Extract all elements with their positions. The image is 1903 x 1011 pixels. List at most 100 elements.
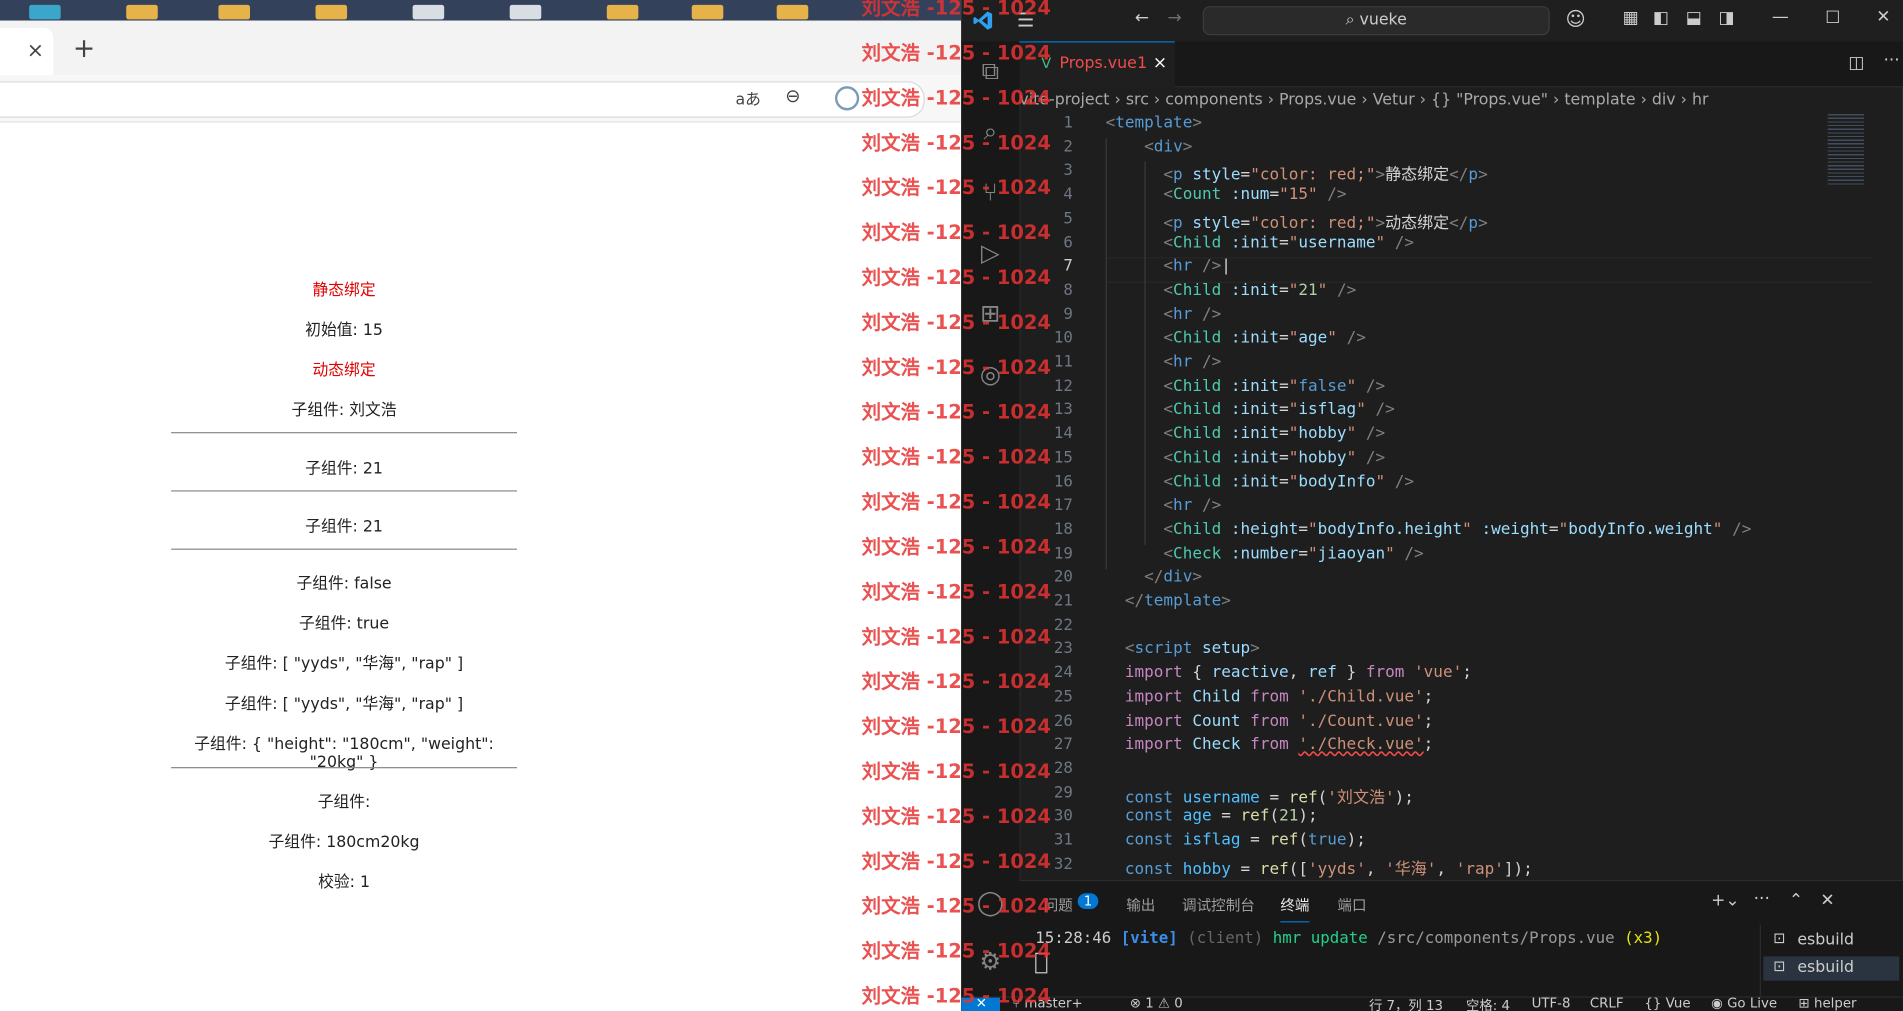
breadcrumb-item[interactable]: src	[1126, 91, 1149, 109]
extensions-icon[interactable]: ⊞	[976, 299, 1005, 328]
output-line: 子组件: [ "yyds", "华海", "rap" ]	[224, 655, 464, 674]
output-line: 初始值: 15	[305, 321, 383, 340]
folder-icon[interactable]	[218, 4, 251, 20]
close-panel-icon[interactable]: ✕	[1820, 891, 1834, 910]
terminal-icon: ⊡	[1773, 957, 1786, 975]
new-tab-icon[interactable]: +	[73, 34, 95, 64]
source-control-icon[interactable]: ⑂	[976, 177, 1005, 206]
back-icon[interactable]: ←	[1135, 8, 1149, 27]
broadcast-icon: ◉	[1711, 995, 1728, 1011]
code-editor[interactable]: 1 2 3 4 5 6 7 8 9 10 11 12 13 14 15 16 17 18 19 20 21 22 23 24 2…	[1019, 114, 1876, 880]
folder-icon[interactable]	[691, 4, 724, 20]
line-number: 15	[1053, 448, 1073, 468]
line-number: 17	[1053, 496, 1073, 515]
command-center-search[interactable]: ⌕ vueke	[1202, 6, 1550, 36]
code-line: <Child :init="hobby" />	[1163, 448, 1386, 468]
helper-status[interactable]: ⊞ helper	[1799, 995, 1857, 1011]
search-icon[interactable]: ⌕	[976, 117, 1005, 146]
settings-gear-icon[interactable]: ⚙	[976, 947, 1005, 976]
line-number: 7	[1063, 257, 1073, 276]
maximize-icon[interactable]: ☐	[1825, 8, 1840, 27]
tab-close-icon[interactable]: ×	[1153, 53, 1167, 72]
branch-status[interactable]: ⑂ master+	[1012, 995, 1083, 1011]
line-number: 2	[1063, 137, 1073, 157]
file-icon[interactable]	[509, 4, 542, 20]
split-editor-icon[interactable]: ◫	[1848, 53, 1864, 72]
toggle-secondary-icon[interactable]: ◨	[1718, 8, 1734, 27]
copilot-icon[interactable]: ☺	[1566, 7, 1586, 30]
panel-tab[interactable]: 终端	[1280, 894, 1310, 923]
terminal-tag: [vite]	[1120, 929, 1178, 948]
minimap[interactable]	[1827, 114, 1877, 211]
search-text: vueke	[1359, 10, 1407, 30]
forward-icon[interactable]: →	[1167, 8, 1181, 27]
breadcrumb-item[interactable]: Vetur	[1373, 91, 1415, 109]
minimize-icon[interactable]: —	[1772, 7, 1789, 26]
more-actions-icon[interactable]: ···	[1884, 51, 1900, 70]
folder-icon[interactable]	[126, 4, 158, 20]
close-icon[interactable]: ✕	[1876, 7, 1890, 26]
breadcrumb-item[interactable]: {} "Props.vue"	[1431, 91, 1548, 109]
code-line: <Count :num="15" />	[1163, 185, 1347, 205]
breadcrumb-item[interactable]: hr	[1692, 91, 1708, 109]
tab-props-vue[interactable]: V Props.vue 1 ×	[1019, 41, 1175, 88]
panel-more-icon[interactable]: ···	[1754, 890, 1770, 909]
refresh-circle-icon[interactable]	[834, 86, 860, 111]
zoom-out-icon[interactable]: ⊖	[785, 85, 800, 107]
new-terminal-icon[interactable]: +⌄	[1711, 891, 1739, 910]
code-line: <Child :height="bodyInfo.height" :weight…	[1163, 520, 1752, 539]
breadcrumb-item[interactable]: div	[1652, 91, 1676, 109]
encoding-status[interactable]: UTF-8	[1532, 995, 1571, 1011]
toggle-panel-icon[interactable]: ⬓	[1686, 8, 1702, 27]
cursor-position[interactable]: 行 7，列 13	[1369, 995, 1443, 1011]
breadcrumb-chevron-icon: ›	[1356, 91, 1373, 110]
panel-tab[interactable]: 问题	[1044, 894, 1073, 915]
folder-icon[interactable]	[606, 4, 639, 20]
language-status[interactable]: {} Vue	[1644, 995, 1690, 1011]
panel-tab[interactable]: 输出	[1126, 894, 1155, 915]
app-icon[interactable]	[29, 4, 61, 20]
browser-tab[interactable]: ×	[0, 27, 54, 76]
account-icon[interactable]: ◯	[976, 887, 1005, 916]
address-bar-row: aあ ⊖	[0, 75, 962, 123]
line-number: 23	[1053, 640, 1073, 659]
line-number: 21	[1053, 592, 1073, 611]
maximize-panel-icon[interactable]: ⌃	[1789, 891, 1803, 910]
problems-status[interactable]: ⊗ 1 ⚠ 0	[1130, 995, 1183, 1011]
remote-indicator[interactable]: ✕	[961, 995, 1001, 1011]
output-line: 动态绑定	[312, 361, 376, 380]
code-line: <Child :init="hobby" />	[1163, 424, 1386, 444]
tab-close-icon[interactable]: ×	[27, 39, 44, 63]
activity-bar: ⧉ ⌕ ⑂ ▷ ⊞ ◎ ◯ ⚙	[961, 41, 1021, 997]
terminal-item-active[interactable]: ⊡ esbuild	[1763, 956, 1900, 981]
code-line: <Child :init="false" />	[1163, 377, 1386, 396]
toggle-sidebar-icon[interactable]: ◧	[1653, 8, 1669, 27]
folder-icon[interactable]	[776, 4, 809, 20]
panel-tab[interactable]: 调试控制台	[1182, 894, 1255, 915]
golive-status[interactable]: ◉ Go Live	[1711, 995, 1777, 1011]
panel-tab[interactable]: 端口	[1337, 894, 1366, 915]
code-line: const username = ref('刘文浩');	[1124, 788, 1414, 807]
horizontal-rule	[171, 767, 517, 769]
terminal-item[interactable]: ⊡ esbuild	[1763, 928, 1899, 952]
explorer-icon[interactable]: ⧉	[976, 56, 1005, 85]
menu-icon[interactable]: ☰	[1017, 8, 1034, 31]
breadcrumb-item[interactable]: template	[1564, 91, 1635, 109]
read-aloud-icon[interactable]: aあ	[735, 86, 760, 109]
file-icon[interactable]	[412, 4, 445, 20]
terminal-name: esbuild	[1797, 958, 1855, 978]
run-debug-icon[interactable]: ▷	[976, 238, 1005, 267]
line-number: 16	[1053, 472, 1073, 491]
line-number: 12	[1053, 377, 1073, 396]
line-number: 4	[1063, 185, 1073, 205]
breadcrumb-item[interactable]: components	[1165, 91, 1262, 109]
edge-devtools-icon[interactable]: ◎	[976, 359, 1005, 388]
eol-status[interactable]: CRLF	[1590, 995, 1624, 1011]
code-line: <script setup>	[1124, 640, 1260, 659]
horizontal-rule	[171, 548, 517, 550]
breadcrumb-item[interactable]: Props.vue	[1279, 91, 1356, 109]
indentation-status[interactable]: 空格: 4	[1466, 995, 1510, 1011]
breadcrumb-item[interactable]: vite-project	[1019, 91, 1109, 109]
folder-icon[interactable]	[315, 4, 348, 20]
layout-icon[interactable]: ▦	[1623, 8, 1639, 27]
